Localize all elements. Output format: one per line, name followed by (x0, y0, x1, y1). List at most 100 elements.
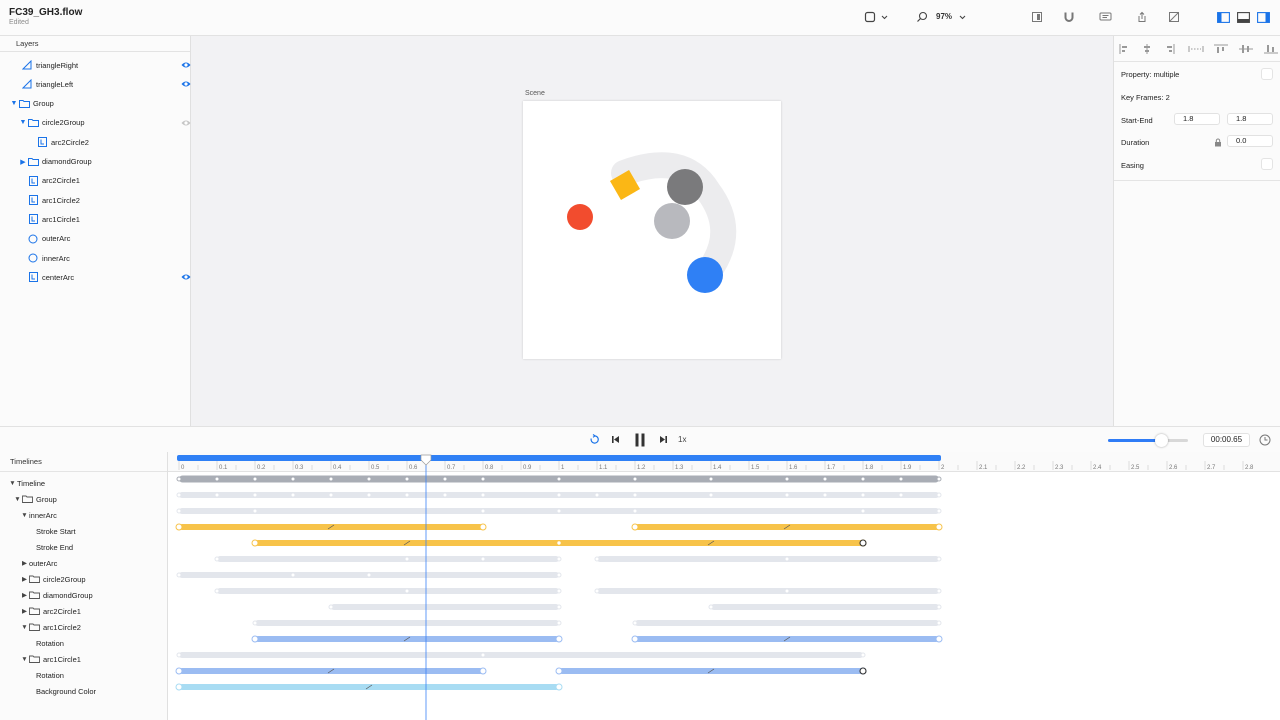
align-middle-icon[interactable] (1238, 43, 1254, 55)
timeline-row[interactable]: Background Color (36, 683, 96, 699)
track-segment (217, 556, 559, 562)
layer-item[interactable]: arc2Circle2 (28, 133, 191, 151)
property-checkbox[interactable] (1261, 68, 1273, 80)
light-gray-circle (654, 203, 690, 239)
align-top-icon[interactable] (1213, 43, 1229, 55)
share-icon[interactable] (1134, 10, 1150, 24)
keyframe-marker (479, 523, 487, 531)
panel-icon[interactable] (1029, 10, 1045, 24)
playback-speed[interactable]: 1x (678, 435, 686, 444)
document-title: FC39_GH3.flow (9, 7, 83, 18)
ruler-label: 2.7 (1207, 465, 1216, 471)
timeline-row[interactable]: ▶ circle2Group (20, 571, 86, 587)
shape-tool-icon[interactable] (862, 10, 878, 24)
easing-label: Easing (1121, 161, 1144, 170)
selected-keyframe (859, 667, 867, 675)
bottom-panel-icon[interactable] (1235, 10, 1251, 24)
disclosure-open-icon[interactable]: ▼ (20, 656, 29, 663)
visibility-eye-icon[interactable] (181, 119, 191, 127)
keyframe-marker (556, 588, 562, 594)
timeline-row[interactable]: ▼ Timeline (8, 475, 45, 491)
search-zoom-icon[interactable] (914, 10, 930, 24)
layer-label: triangleRight (36, 60, 79, 70)
layer-label: arc1Circle2 (42, 195, 80, 205)
timeline-row[interactable]: ▶ outerArc (20, 555, 57, 571)
ruler-label: 0.9 (523, 465, 532, 471)
visibility-eye-icon[interactable] (181, 61, 191, 69)
layer-item[interactable]: innerArc (19, 249, 191, 267)
zoom-chevron-icon[interactable] (957, 10, 967, 24)
keyframe-marker (822, 476, 828, 482)
chevron-down-icon[interactable] (879, 10, 889, 24)
clock-icon[interactable] (1259, 434, 1271, 446)
current-time-field[interactable]: 00:00.65 (1203, 433, 1250, 447)
easing-checkbox[interactable] (1261, 158, 1273, 170)
disclosure-open-icon[interactable]: ▼ (20, 624, 29, 631)
lock-icon[interactable] (1214, 138, 1222, 147)
left-sidebar-icon[interactable] (1215, 10, 1231, 24)
timeline-svg[interactable]: 0 0.1 0.2 0.3 0.4 0.5 0.6 0.7 0.8 0.9 1 1.1 1.2 1.3 1.… (168, 452, 1280, 720)
layer-item[interactable]: ▼ circle2Group (19, 114, 191, 132)
timeline-row[interactable]: ▼ innerArc (20, 507, 57, 523)
disclosure-closed-icon[interactable]: ▶ (20, 575, 29, 583)
timeline-row[interactable]: Rotation (36, 667, 64, 683)
timeline-row[interactable]: ▶ arc2Circle1 (20, 603, 81, 619)
align-center-icon[interactable] (1141, 43, 1153, 55)
duration-field[interactable]: 0.0 (1227, 135, 1273, 147)
loop-icon[interactable] (589, 434, 600, 445)
keyframe-marker (252, 620, 258, 626)
keyframe-marker (708, 492, 714, 498)
keyframe-marker (366, 572, 372, 578)
canvas[interactable]: Scene (191, 36, 1113, 426)
timeline-row[interactable]: ▼ arc1Circle1 (20, 651, 81, 667)
layer-item[interactable]: triangleRight (19, 56, 191, 74)
zoom-level[interactable]: 97% (936, 12, 952, 21)
keyframe-marker (556, 508, 562, 514)
layer-label: circle2Group (42, 118, 85, 128)
end-field[interactable]: 1.8 (1227, 113, 1273, 125)
volume-slider-knob[interactable] (1154, 434, 1168, 447)
pause-icon[interactable] (634, 433, 646, 447)
layer-item[interactable]: outerArc (19, 230, 191, 248)
disclosure-open-icon[interactable]: ▼ (8, 480, 17, 487)
disclosure-closed-icon[interactable]: ▶ (20, 591, 29, 599)
disclosure-closed-icon[interactable]: ▶ (20, 559, 29, 567)
timeline-row[interactable]: ▼ Group (13, 491, 57, 507)
timeline-row[interactable]: Stroke End (36, 539, 73, 555)
scene-artboard[interactable] (523, 101, 781, 359)
magnet-icon[interactable] (1061, 10, 1077, 24)
align-bottom-icon[interactable] (1263, 43, 1279, 55)
keyframe-marker (860, 652, 866, 658)
skip-forward-icon[interactable] (659, 435, 668, 444)
distribute-horizontal-icon[interactable] (1188, 43, 1204, 55)
disclosure-closed-icon[interactable]: ▶ (20, 607, 29, 615)
layer-item[interactable]: arc1Circle1 (19, 210, 191, 228)
align-right-icon[interactable] (1164, 43, 1176, 55)
layer-item[interactable]: arc2Circle1 (19, 172, 191, 190)
visibility-eye-icon[interactable] (181, 80, 191, 88)
timeline-row[interactable]: ▼ arc1Circle2 (20, 619, 81, 635)
timeline-tracks[interactable]: 0 0.1 0.2 0.3 0.4 0.5 0.6 0.7 0.8 0.9 1 1.1 1.2 1.3 1.… (168, 452, 1280, 720)
align-left-icon[interactable] (1118, 43, 1130, 55)
layer-item[interactable]: arc1Circle2 (19, 191, 191, 209)
timeline-row[interactable]: ▶ diamondGroup (20, 587, 93, 603)
disclosure-closed-icon[interactable]: ▶ (19, 158, 27, 166)
timeline-row[interactable]: Rotation (36, 635, 64, 651)
start-field[interactable]: 1.8 (1174, 113, 1220, 125)
disclosure-open-icon[interactable]: ▼ (20, 512, 29, 519)
layer-item[interactable]: centerArc (19, 268, 191, 286)
volume-slider[interactable] (1108, 434, 1188, 447)
export-icon[interactable] (1166, 10, 1182, 24)
disclosure-open-icon[interactable]: ▼ (10, 100, 18, 107)
timeline-row[interactable]: Stroke Start (36, 523, 76, 539)
disclosure-open-icon[interactable]: ▼ (13, 496, 22, 503)
layer-label: diamondGroup (42, 157, 92, 166)
layer-item[interactable]: triangleLeft (19, 75, 191, 93)
right-sidebar-icon[interactable] (1255, 10, 1271, 24)
disclosure-open-icon[interactable]: ▼ (19, 119, 27, 126)
comment-icon[interactable] (1097, 10, 1113, 24)
layer-item[interactable]: ▶ diamondGroup (19, 153, 191, 171)
visibility-eye-icon[interactable] (181, 273, 191, 281)
skip-back-icon[interactable] (611, 435, 620, 444)
layer-item[interactable]: ▼ Group (10, 95, 191, 113)
